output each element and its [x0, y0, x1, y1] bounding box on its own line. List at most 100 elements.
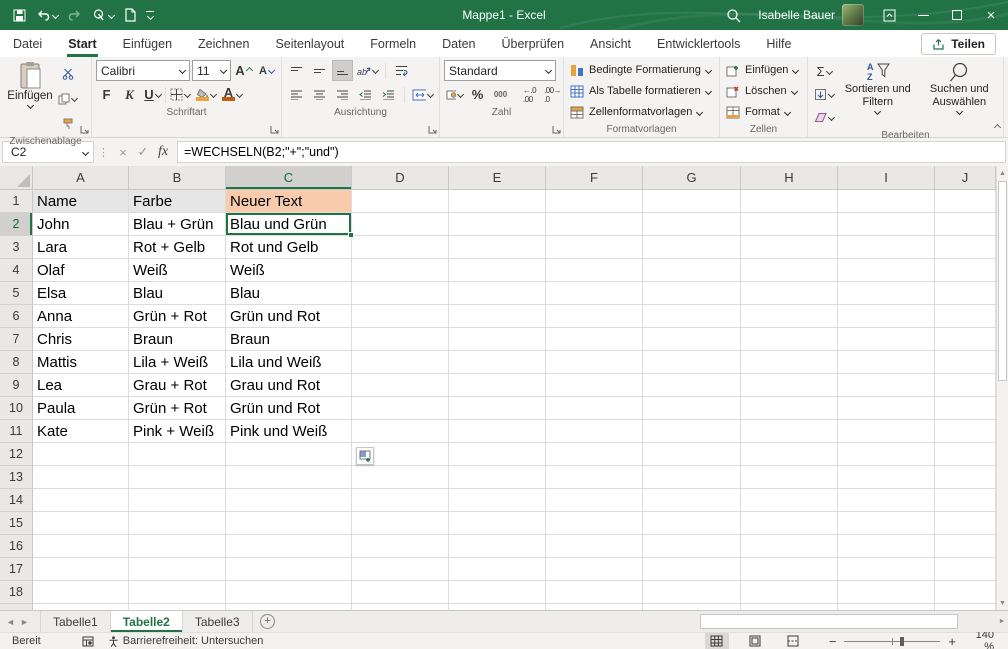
cell-F9[interactable]: [546, 374, 643, 397]
ribbon-tab-einfügen[interactable]: Einfügen: [110, 30, 185, 57]
align-middle-button[interactable]: [309, 60, 330, 81]
cell-E6[interactable]: [449, 305, 546, 328]
cell-B14[interactable]: [129, 489, 226, 512]
paste-button[interactable]: Einfügen: [4, 60, 56, 134]
cell-D8[interactable]: [352, 351, 449, 374]
cell-A17[interactable]: [33, 558, 129, 581]
new-sheet-button[interactable]: +: [253, 611, 283, 632]
number-format-combo[interactable]: Standard: [444, 60, 556, 81]
cell-D16[interactable]: [352, 535, 449, 558]
cell-F18[interactable]: [546, 581, 643, 604]
ribbon-tab-hilfe[interactable]: Hilfe: [753, 30, 804, 57]
cell-E14[interactable]: [449, 489, 546, 512]
cell-G5[interactable]: [643, 282, 741, 305]
zoom-in-button[interactable]: +: [948, 634, 956, 649]
cell-B4[interactable]: Weiß: [129, 259, 226, 282]
account-button[interactable]: Isabelle Bauer: [750, 4, 872, 26]
clipboard-dialog-launcher[interactable]: [80, 125, 89, 134]
cell-H14[interactable]: [741, 489, 838, 512]
cell-G12[interactable]: [643, 443, 741, 466]
cell-H18[interactable]: [741, 581, 838, 604]
insert-function-button[interactable]: fx: [153, 141, 173, 163]
cell-B6[interactable]: Grün + Rot: [129, 305, 226, 328]
select-all-corner[interactable]: [0, 166, 33, 190]
cell-E16[interactable]: [449, 535, 546, 558]
row-header-4[interactable]: 4: [0, 259, 33, 282]
cell-E10[interactable]: [449, 397, 546, 420]
qat-customize-button[interactable]: [141, 0, 159, 30]
sort-filter-button[interactable]: AZ Sortieren und Filtern: [838, 60, 918, 128]
cell-D2[interactable]: [352, 213, 449, 236]
cell-G13[interactable]: [643, 466, 741, 489]
cell-F4[interactable]: [546, 259, 643, 282]
cell-J16[interactable]: [935, 535, 996, 558]
cell-J8[interactable]: [935, 351, 996, 374]
cell-D15[interactable]: [352, 512, 449, 535]
cell-H1[interactable]: [741, 190, 838, 213]
view-page-break-button[interactable]: [781, 633, 805, 649]
cell-J10[interactable]: [935, 397, 996, 420]
scroll-right-icon[interactable]: ►: [996, 614, 1008, 629]
cell-A18[interactable]: [33, 581, 129, 604]
copy-button[interactable]: [56, 88, 79, 109]
ribbon-tab-entwicklertools[interactable]: Entwicklertools: [644, 30, 753, 57]
paste-dropdown-icon[interactable]: [26, 102, 33, 109]
cell-B13[interactable]: [129, 466, 226, 489]
cell-F12[interactable]: [546, 443, 643, 466]
cell-G2[interactable]: [643, 213, 741, 236]
cell-C4[interactable]: Weiß: [226, 259, 352, 282]
collapse-ribbon-button[interactable]: [995, 119, 1000, 133]
horizontal-scrollbar-thumb[interactable]: [700, 614, 958, 629]
share-button[interactable]: Teilen: [921, 33, 996, 55]
cell-I16[interactable]: [838, 535, 935, 558]
alignment-dialog-launcher[interactable]: [428, 125, 437, 134]
cell-F11[interactable]: [546, 420, 643, 443]
wrap-text-button[interactable]: [391, 60, 412, 81]
cell-G8[interactable]: [643, 351, 741, 374]
ribbon-tab-zeichnen[interactable]: Zeichnen: [185, 30, 262, 57]
decrease-decimal-button[interactable]: .00→.0: [542, 84, 563, 105]
cell-G4[interactable]: [643, 259, 741, 282]
cell-J12[interactable]: [935, 443, 996, 466]
cell-I15[interactable]: [838, 512, 935, 535]
cell-A13[interactable]: [33, 466, 129, 489]
row-header-3[interactable]: 3: [0, 236, 33, 259]
cell-G18[interactable]: [643, 581, 741, 604]
ribbon-tab-datei[interactable]: Datei: [0, 30, 55, 57]
cell-G3[interactable]: [643, 236, 741, 259]
ribbon-tab-start[interactable]: Start: [55, 30, 109, 57]
cell-I5[interactable]: [838, 282, 935, 305]
cell-J4[interactable]: [935, 259, 996, 282]
cell-C14[interactable]: [226, 489, 352, 512]
shrink-font-button[interactable]: A: [256, 60, 277, 81]
comma-style-button[interactable]: 000: [490, 84, 511, 105]
ribbon-display-options-button[interactable]: [872, 0, 906, 30]
cell-G11[interactable]: [643, 420, 741, 443]
cell-H2[interactable]: [741, 213, 838, 236]
cell-G17[interactable]: [643, 558, 741, 581]
cell-D18[interactable]: [352, 581, 449, 604]
view-page-layout-button[interactable]: [743, 633, 767, 649]
cell-B17[interactable]: [129, 558, 226, 581]
clear-dropdown-icon[interactable]: [828, 114, 835, 121]
cell-I7[interactable]: [838, 328, 935, 351]
row-header-15[interactable]: 15: [0, 512, 33, 535]
cell-A5[interactable]: Elsa: [33, 282, 129, 305]
cell-H8[interactable]: [741, 351, 838, 374]
cell-I6[interactable]: [838, 305, 935, 328]
cell-D14[interactable]: [352, 489, 449, 512]
row-header-14[interactable]: 14: [0, 489, 33, 512]
cell-C18[interactable]: [226, 581, 352, 604]
cell-E7[interactable]: [449, 328, 546, 351]
row-header-6[interactable]: 6: [0, 305, 33, 328]
cell-F15[interactable]: [546, 512, 643, 535]
align-top-button[interactable]: [286, 60, 307, 81]
borders-button[interactable]: [168, 84, 192, 105]
cell-I9[interactable]: [838, 374, 935, 397]
cell-H5[interactable]: [741, 282, 838, 305]
cell-C7[interactable]: Braun: [226, 328, 352, 351]
cell-C9[interactable]: Grau und Rot: [226, 374, 352, 397]
cell-J7[interactable]: [935, 328, 996, 351]
autosum-button[interactable]: Σ: [812, 61, 836, 82]
ribbon-tab-formeln[interactable]: Formeln: [357, 30, 429, 57]
